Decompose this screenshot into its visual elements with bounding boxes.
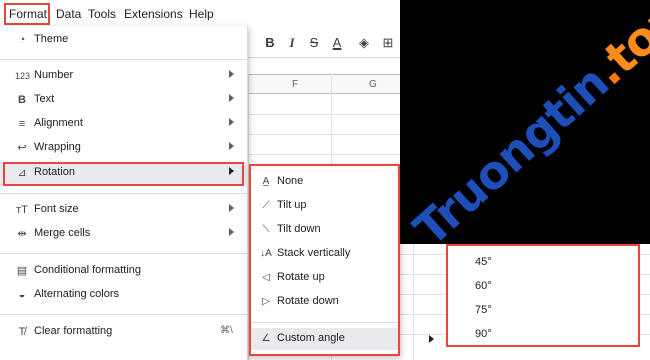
menu-item-label: Clear formatting — [34, 325, 113, 337]
alignment-icon: ≡ — [18, 118, 26, 130]
format-menu: ◔ Theme 123 Number B Text ≡ Alignment ↩ … — [0, 26, 248, 360]
menu-item-label: Conditional formatting — [34, 264, 142, 276]
menu-item-number[interactable]: 123 Number — [0, 65, 248, 89]
angle-item-60[interactable]: 60° — [475, 280, 492, 292]
bold-icon[interactable]: B — [261, 34, 279, 52]
angle-item-45[interactable]: 45° — [475, 256, 492, 268]
menu-item-label: Alignment — [34, 117, 83, 129]
rotation-item-stack-vertically[interactable]: ↓A Stack vertically — [251, 243, 398, 265]
submenu-arrow-icon — [429, 335, 434, 343]
menu-item-label: Wrapping — [34, 141, 81, 153]
menu-item-label: Custom angle — [277, 332, 345, 344]
clear-formatting-icon: T̸ — [18, 326, 26, 338]
menu-item-merge-cells[interactable]: ⇹ Merge cells — [0, 223, 248, 247]
menu-item-wrapping[interactable]: ↩ Wrapping — [0, 137, 248, 161]
menu-tools[interactable]: Tools — [88, 7, 116, 21]
strikethrough-icon[interactable]: S — [305, 34, 323, 52]
tilt-down-icon: ⟍ — [262, 224, 270, 235]
rotation-item-rotate-down[interactable]: ▷ Rotate down — [251, 291, 398, 313]
rotation-item-custom-angle[interactable]: ∠ Custom angle — [251, 328, 434, 350]
menu-item-label: Font size — [34, 203, 79, 215]
menu-item-theme[interactable]: ◔ Theme — [0, 29, 248, 53]
shortcut-label: ⌘\ — [220, 325, 233, 336]
menu-item-label: Alternating colors — [34, 288, 119, 300]
rotate-down-icon: ▷ — [262, 296, 270, 307]
submenu-arrow-icon — [229, 118, 234, 126]
menu-item-label: Tilt down — [277, 223, 321, 235]
submenu-arrow-icon — [229, 142, 234, 150]
borders-icon[interactable]: ⊞ — [379, 34, 397, 52]
submenu-arrow-icon — [229, 94, 234, 102]
rotation-highlight-box — [3, 162, 244, 186]
tilt-up-icon: ⟋ — [262, 200, 270, 211]
rotation-submenu: A̲ None ⟋ Tilt up ⟍ Tilt down ↓A Stack v… — [249, 164, 434, 356]
submenu-arrow-icon — [229, 228, 234, 236]
rotation-item-rotate-up[interactable]: ◁ Rotate up — [251, 267, 398, 289]
palette-icon: ◔ — [18, 34, 26, 46]
menu-extensions[interactable]: Extensions — [124, 7, 183, 21]
font-size-icon: ᴛT — [16, 204, 28, 216]
custom-angle-icon: ∠ — [261, 333, 271, 344]
menu-item-alternating-colors[interactable]: ◒ Alternating colors — [0, 284, 248, 308]
stack-vertically-icon: ↓A — [260, 248, 272, 259]
wrapping-icon: ↩ — [17, 142, 27, 154]
menu-divider — [0, 253, 248, 254]
alternating-colors-icon: ◒ — [18, 289, 26, 301]
menu-item-label: Number — [34, 69, 74, 81]
menu-item-label: Text — [34, 93, 55, 105]
number-format-icon: 123 — [15, 71, 31, 81]
rotate-none-icon: A̲ — [262, 176, 270, 187]
format-highlight-box — [4, 3, 50, 25]
rotation-item-tilt-up[interactable]: ⟋ Tilt up — [251, 195, 398, 217]
menu-item-label: Rotate up — [277, 271, 325, 283]
menu-help[interactable]: Help — [189, 7, 214, 21]
menu-divider — [0, 314, 248, 315]
menu-divider — [0, 59, 248, 60]
menu-item-label: Rotate down — [277, 295, 339, 307]
menu-item-label: Merge cells — [34, 227, 91, 239]
italic-icon[interactable]: I — [283, 34, 301, 52]
menu-divider — [0, 193, 248, 194]
column-header-g[interactable]: G — [369, 79, 377, 90]
menu-item-conditional-formatting[interactable]: ▤ Conditional formatting — [0, 260, 248, 284]
menu-divider — [251, 322, 398, 323]
text-color-icon[interactable]: A — [328, 34, 346, 52]
conditional-formatting-icon: ▤ — [16, 265, 28, 277]
angle-item-75[interactable]: 75° — [475, 304, 492, 316]
bold-text-icon: B — [18, 94, 26, 106]
menu-item-label: Tilt up — [277, 199, 307, 211]
rotation-item-tilt-down[interactable]: ⟍ Tilt down — [251, 219, 398, 241]
merge-cells-icon: ⇹ — [17, 228, 27, 240]
menu-item-label: Stack vertically — [277, 247, 351, 259]
menu-item-label: Theme — [34, 33, 69, 45]
menu-item-alignment[interactable]: ≡ Alignment — [0, 113, 248, 137]
fill-color-icon[interactable]: ◈ — [355, 34, 373, 52]
menu-item-clear-formatting[interactable]: T̸ Clear formatting ⌘\ — [0, 321, 248, 345]
menu-item-text[interactable]: B Text — [0, 89, 248, 113]
menu-item-label: None — [277, 175, 304, 187]
menu-data[interactable]: Data — [56, 7, 81, 21]
angle-item-90[interactable]: 90° — [475, 328, 492, 340]
custom-angle-submenu: 45° 60° 75° 90° — [446, 244, 640, 347]
menu-item-font-size[interactable]: ᴛT Font size — [0, 199, 248, 223]
submenu-arrow-icon — [229, 70, 234, 78]
submenu-arrow-icon — [229, 204, 234, 212]
column-header-f[interactable]: F — [292, 79, 298, 90]
rotation-item-none[interactable]: A̲ None — [251, 171, 398, 193]
rotate-up-icon: ◁ — [262, 272, 270, 283]
